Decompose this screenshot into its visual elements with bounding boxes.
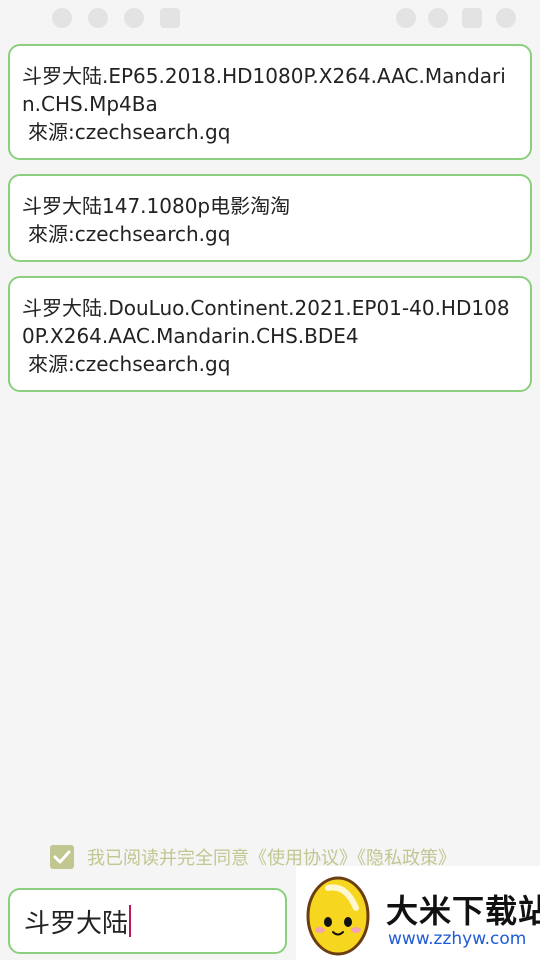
- text-caret: [129, 905, 132, 937]
- result-title: 斗罗大陆147.1080p电影淘淘: [22, 194, 291, 218]
- wifi-icon: [396, 8, 416, 28]
- battery-icon: [462, 8, 482, 28]
- brand-name: 大米下载站: [386, 892, 540, 930]
- result-item[interactable]: 斗罗大陆147.1080p电影淘淘 來源:czechsearch.gq: [8, 174, 532, 262]
- result-list: 斗罗大陆.EP65.2018.HD1080P.X264.AAC.Mandarin…: [8, 44, 532, 406]
- result-title: 斗罗大陆.EP65.2018.HD1080P.X264.AAC.Mandarin…: [22, 64, 506, 116]
- settings-icon: [496, 8, 516, 28]
- result-title: 斗罗大陆.DouLuo.Continent.2021.EP01-40.HD108…: [22, 296, 510, 348]
- checkmark-icon: [53, 850, 71, 864]
- watermark: 大米下载站 www.zzhyw.com: [296, 866, 540, 960]
- notification-icon: [160, 8, 180, 28]
- search-value: 斗罗大陆: [24, 908, 129, 939]
- result-source: 來源:czechsearch.gq: [28, 222, 231, 246]
- agreement-checkbox[interactable]: [50, 845, 74, 869]
- result-item[interactable]: 斗罗大陆.DouLuo.Continent.2021.EP01-40.HD108…: [8, 276, 532, 392]
- result-item[interactable]: 斗罗大陆.EP65.2018.HD1080P.X264.AAC.Mandarin…: [8, 44, 532, 160]
- brand-url: www.zzhyw.com: [388, 929, 527, 949]
- notification-icon: [88, 8, 108, 28]
- signal-icon: [428, 8, 448, 28]
- mascot-logo: [306, 876, 370, 956]
- download-icon: [124, 8, 144, 28]
- result-source: 來源:czechsearch.gq: [28, 120, 231, 144]
- notification-icon: [52, 8, 72, 28]
- status-bar: [0, 0, 540, 36]
- result-source: 來源:czechsearch.gq: [28, 352, 231, 376]
- search-input[interactable]: 斗罗大陆: [8, 888, 287, 954]
